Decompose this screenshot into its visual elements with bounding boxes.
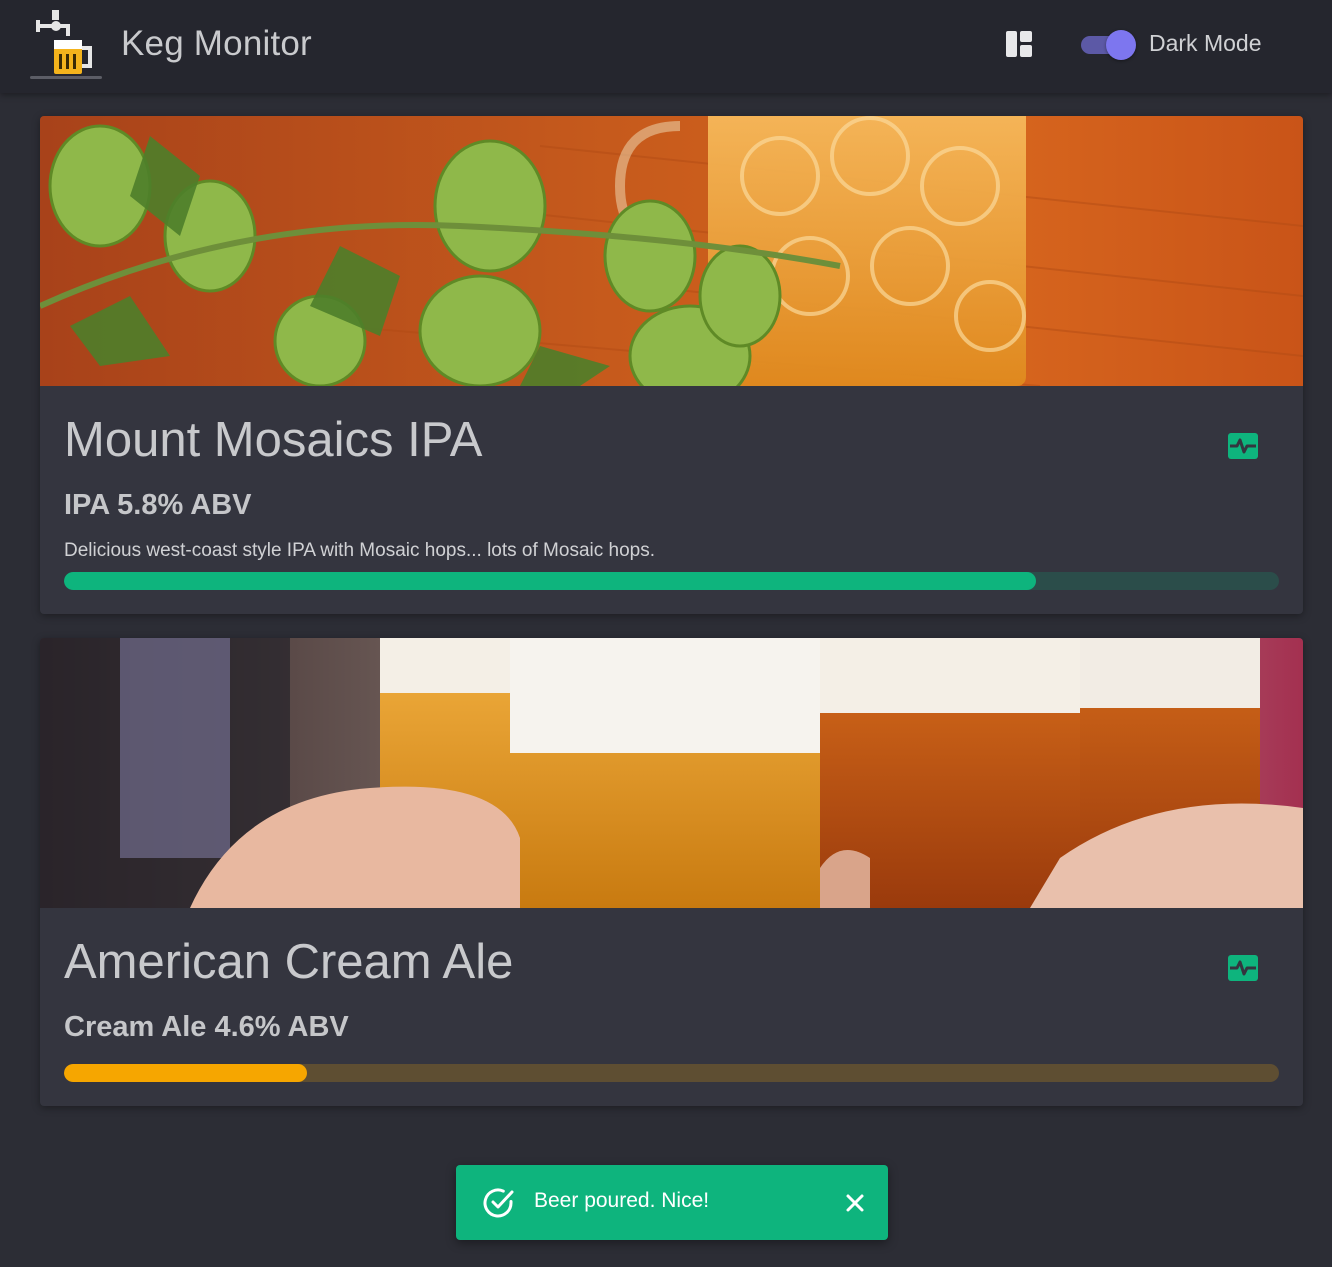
app-title: Keg Monitor (121, 24, 312, 63)
beer-tap-icon (36, 10, 92, 74)
app-bar: Keg Monitor Dark Mode (0, 0, 1332, 93)
keg-style-abv: Cream Ale 4.6% ABV (64, 1011, 349, 1043)
keg-name: American Cream Ale (64, 935, 514, 989)
keg-image (40, 116, 1303, 386)
toast-notification: Beer poured. Nice! (456, 1165, 888, 1240)
toast-message: Beer poured. Nice! (534, 1189, 710, 1212)
close-icon[interactable] (842, 1190, 868, 1216)
keg-name: Mount Mosaics IPA (64, 413, 483, 467)
pulse-icon (1228, 955, 1258, 981)
keg-description: Delicious west-coast style IPA with Mosa… (64, 540, 655, 561)
keg-level-fill (64, 572, 1036, 590)
layout-toggle-button[interactable] (1002, 27, 1036, 61)
keg-image (40, 638, 1303, 908)
logo-underline (30, 76, 102, 79)
dark-mode-label: Dark Mode (1149, 30, 1262, 56)
dashboard-layout-icon (1006, 31, 1032, 57)
keg-card: American Cream Ale Cream Ale 4.6% ABV (40, 638, 1303, 1106)
keg-activity-button[interactable] (1226, 431, 1260, 461)
keg-style-abv: IPA 5.8% ABV (64, 489, 252, 521)
keg-level-bar (64, 572, 1279, 590)
pulse-icon (1228, 433, 1258, 459)
dark-mode-toggle[interactable] (1079, 28, 1137, 60)
toggle-thumb (1106, 30, 1136, 60)
keg-level-bar (64, 1064, 1279, 1082)
check-circle-icon (483, 1188, 514, 1218)
keg-activity-button[interactable] (1226, 953, 1260, 983)
keg-level-fill (64, 1064, 307, 1082)
keg-card: Mount Mosaics IPA IPA 5.8% ABV Delicious… (40, 116, 1303, 614)
